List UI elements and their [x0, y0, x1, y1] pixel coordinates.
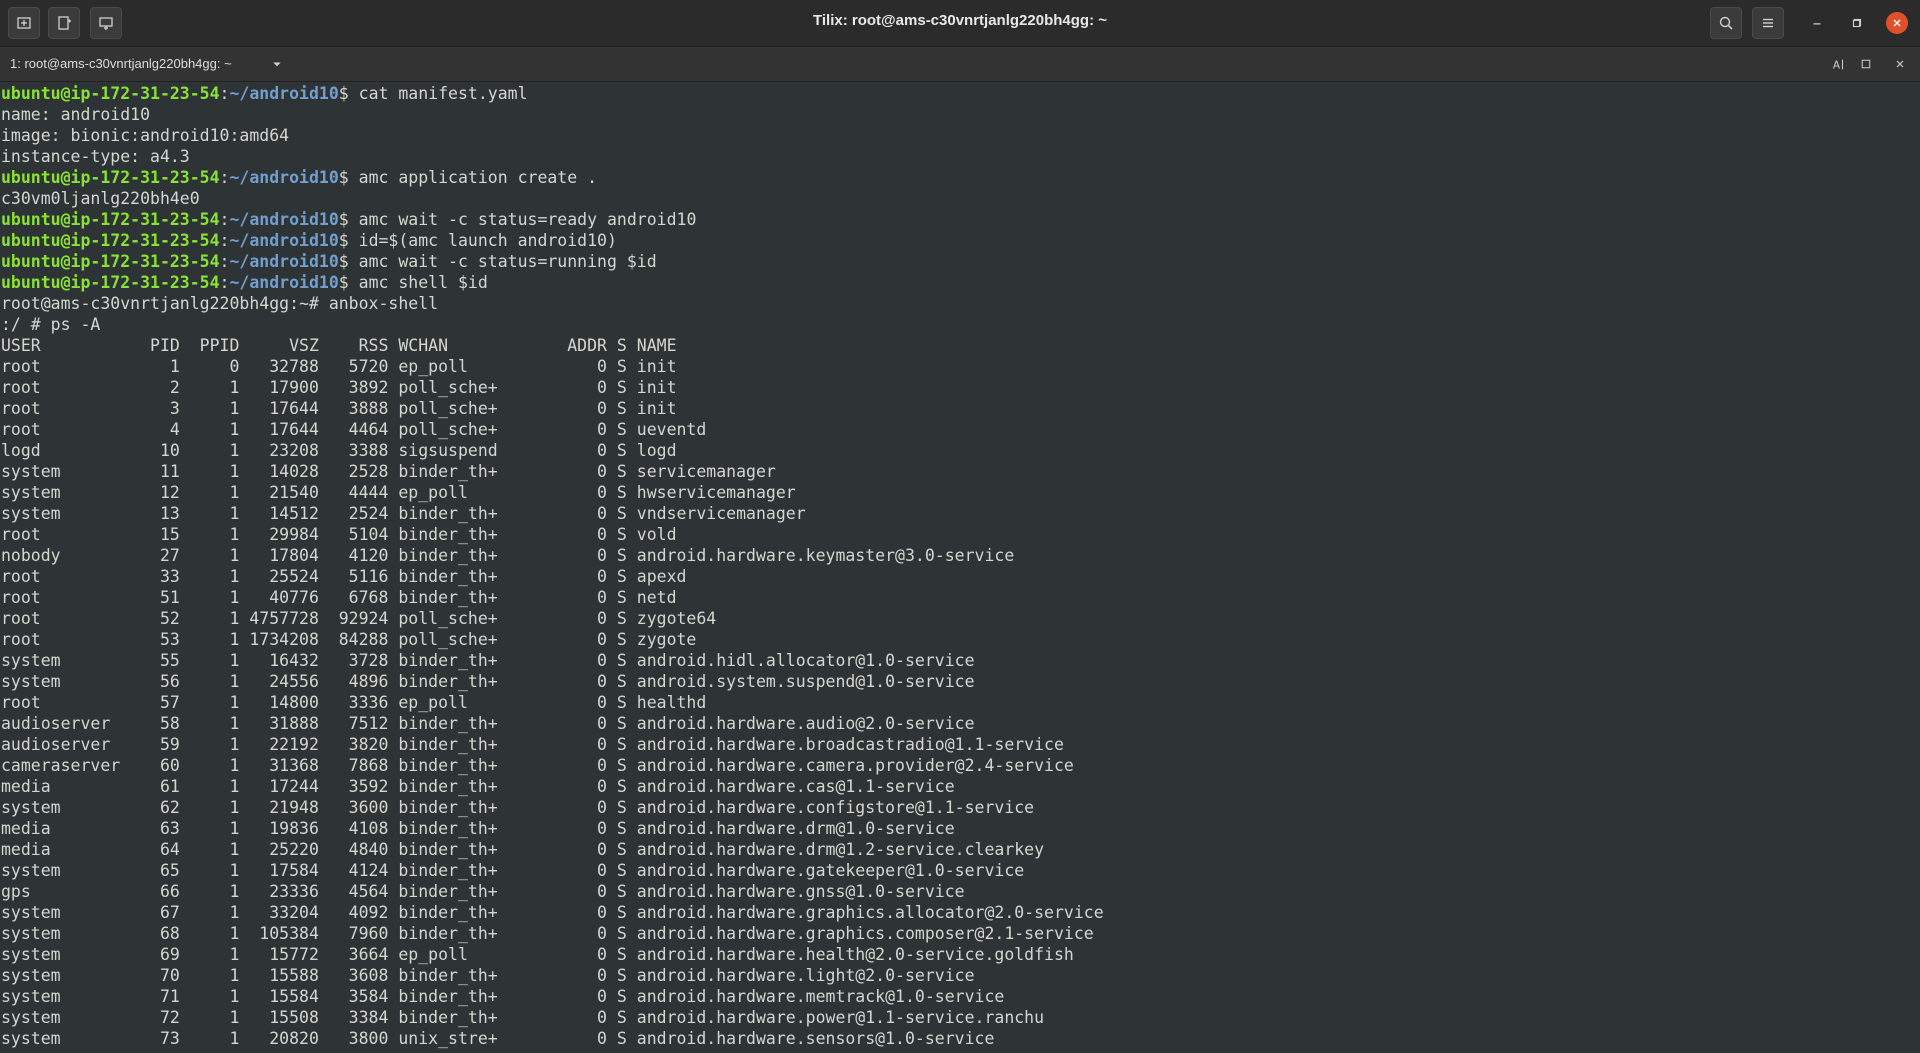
output-line: root 52 1 4757728 92924 poll_sche+ 0 S z…	[1, 609, 717, 628]
output-line: root 33 1 25524 5116 binder_th+ 0 S apex…	[1, 567, 687, 586]
close-window-icon[interactable]	[1886, 12, 1908, 34]
prompt-line: ubuntu@ip-172-31-23-54:~/android10$ id=$…	[1, 231, 617, 250]
session-bar: 1: root@ams-c30vnrtjanlg220bh4gg: ~ A	[0, 47, 1920, 82]
output-line: system 72 1 15508 3384 binder_th+ 0 S an…	[1, 1008, 1045, 1027]
output-line: root@ams-c30vnrtjanlg220bh4gg:~# anbox-s…	[1, 294, 439, 313]
output-line: image: bionic:android10:amd64	[1, 126, 290, 145]
output-line: :/ # ps -A	[1, 315, 101, 334]
prompt-line: ubuntu@ip-172-31-23-54:~/android10$ amc …	[1, 210, 697, 229]
output-line: gps 66 1 23336 4564 binder_th+ 0 S andro…	[1, 882, 965, 901]
output-line: system 65 1 17584 4124 binder_th+ 0 S an…	[1, 861, 1025, 880]
output-line: instance-type: a4.3	[1, 147, 190, 166]
restore-icon[interactable]	[1846, 12, 1868, 34]
prompt-user: ubuntu@ip-172-31-23-54	[1, 231, 220, 250]
output-line: system 56 1 24556 4896 binder_th+ 0 S an…	[1, 672, 975, 691]
prompt-user: ubuntu@ip-172-31-23-54	[1, 84, 220, 103]
title-bar: Tilix: root@ams-c30vnrtjanlg220bh4gg: ~	[0, 0, 1920, 47]
command-text: $ amc wait -c status=ready android10	[338, 210, 697, 229]
prompt-path: ~/android10	[229, 84, 339, 103]
output-line: system 13 1 14512 2524 binder_th+ 0 S vn…	[1, 504, 806, 523]
prompt-user: ubuntu@ip-172-31-23-54	[1, 168, 220, 187]
search-icon[interactable]	[1710, 7, 1742, 39]
output-line: system 55 1 16432 3728 binder_th+ 0 S an…	[1, 651, 975, 670]
command-text: $ amc shell $id	[338, 273, 488, 292]
command-text: $ amc wait -c status=running $id	[338, 252, 657, 271]
prompt-path: ~/android10	[229, 273, 339, 292]
prompt-line: ubuntu@ip-172-31-23-54:~/android10$ amc …	[1, 273, 488, 292]
output-line: system 12 1 21540 4444 ep_poll 0 S hwser…	[1, 483, 796, 502]
output-line: audioserver 58 1 31888 7512 binder_th+ 0…	[1, 714, 975, 733]
output-line: root 57 1 14800 3336 ep_poll 0 S healthd	[1, 693, 707, 712]
hamburger-menu-icon[interactable]	[1752, 7, 1784, 39]
output-line: nobody 27 1 17804 4120 binder_th+ 0 S an…	[1, 546, 1015, 565]
prompt-user: ubuntu@ip-172-31-23-54	[1, 210, 220, 229]
prompt-path: ~/android10	[229, 231, 339, 250]
output-line: USER PID PPID VSZ RSS WCHAN ADDR S NAME	[1, 336, 677, 355]
output-line: system 68 1 105384 7960 binder_th+ 0 S a…	[1, 924, 1094, 943]
prompt-line: ubuntu@ip-172-31-23-54:~/android10$ cat …	[1, 84, 528, 103]
prompt-line: ubuntu@ip-172-31-23-54:~/android10$ amc …	[1, 168, 598, 187]
prompt-user: ubuntu@ip-172-31-23-54	[1, 252, 220, 271]
prompt-user: ubuntu@ip-172-31-23-54	[1, 273, 220, 292]
session-title-dropdown[interactable]: 1: root@ams-c30vnrtjanlg220bh4gg: ~	[10, 56, 232, 71]
command-text: $ cat manifest.yaml	[338, 84, 528, 103]
terminal-output[interactable]: ubuntu@ip-172-31-23-54:~/android10$ cat …	[0, 83, 1920, 1053]
command-text: $ amc application create .	[338, 168, 598, 187]
output-line: system 11 1 14028 2528 binder_th+ 0 S se…	[1, 462, 776, 481]
chevron-down-icon[interactable]	[268, 55, 286, 73]
output-line: audioserver 59 1 22192 3820 binder_th+ 0…	[1, 735, 1064, 754]
output-line: c30vm0ljanlg220bh4e0	[1, 189, 200, 208]
output-line: logd 10 1 23208 3388 sigsuspend 0 S logd	[1, 441, 677, 460]
output-line: root 1 0 32788 5720 ep_poll 0 S init	[1, 357, 677, 376]
output-line: name: android10	[1, 105, 151, 124]
prompt-path: ~/android10	[229, 210, 339, 229]
output-line: system 71 1 15584 3584 binder_th+ 0 S an…	[1, 987, 1005, 1006]
prompt-path: ~/android10	[229, 252, 339, 271]
output-line: system 69 1 15772 3664 ep_poll 0 S andro…	[1, 945, 1074, 964]
prompt-path: ~/android10	[229, 168, 339, 187]
output-line: cameraserver 60 1 31368 7868 binder_th+ …	[1, 756, 1074, 775]
read-only-icon[interactable]: A	[1830, 55, 1848, 73]
minimize-icon[interactable]	[1806, 12, 1828, 34]
output-line: root 3 1 17644 3888 poll_sche+ 0 S init	[1, 399, 677, 418]
output-line: root 4 1 17644 4464 poll_sche+ 0 S ueven…	[1, 420, 707, 439]
maximize-terminal-icon[interactable]	[1857, 55, 1875, 73]
output-line: root 2 1 17900 3892 poll_sche+ 0 S init	[1, 378, 677, 397]
output-line: root 15 1 29984 5104 binder_th+ 0 S vold	[1, 525, 677, 544]
close-terminal-icon[interactable]	[1891, 55, 1909, 73]
prompt-line: ubuntu@ip-172-31-23-54:~/android10$ amc …	[1, 252, 657, 271]
output-line: media 63 1 19836 4108 binder_th+ 0 S and…	[1, 819, 955, 838]
svg-text:A: A	[1833, 59, 1841, 71]
output-line: system 62 1 21948 3600 binder_th+ 0 S an…	[1, 798, 1035, 817]
output-line: root 51 1 40776 6768 binder_th+ 0 S netd	[1, 588, 677, 607]
output-line: media 61 1 17244 3592 binder_th+ 0 S and…	[1, 777, 955, 796]
window-title: Tilix: root@ams-c30vnrtjanlg220bh4gg: ~	[812, 12, 1107, 29]
output-line: system 67 1 33204 4092 binder_th+ 0 S an…	[1, 903, 1104, 922]
output-line: system 70 1 15588 3608 binder_th+ 0 S an…	[1, 966, 975, 985]
output-line: media 64 1 25220 4840 binder_th+ 0 S and…	[1, 840, 1045, 859]
command-text: $ id=$(amc launch android10)	[338, 231, 617, 250]
output-line: root 53 1 1734208 84288 poll_sche+ 0 S z…	[1, 630, 697, 649]
output-line: system 73 1 20820 3800 unix_stre+ 0 S an…	[1, 1029, 995, 1048]
